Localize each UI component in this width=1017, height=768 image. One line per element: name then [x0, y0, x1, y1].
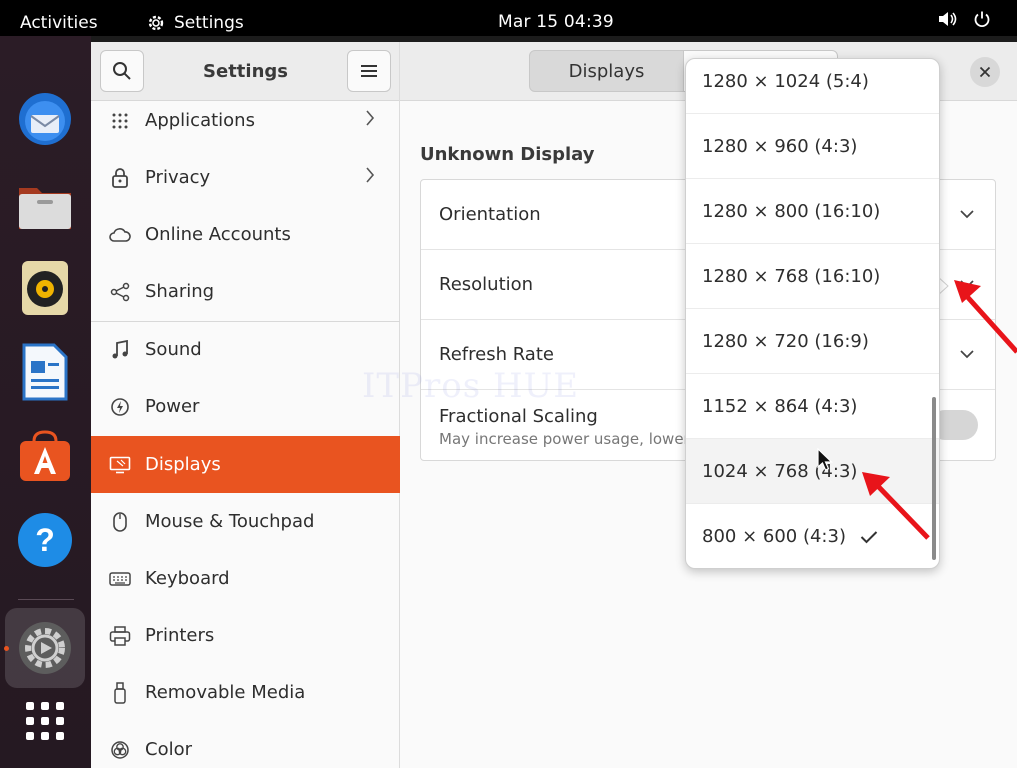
option-label: 800 × 600 (4:3): [702, 526, 846, 547]
svg-text:?: ?: [35, 522, 55, 558]
mouse-icon: [109, 511, 131, 533]
sidebar-item-label: Removable Media: [145, 682, 306, 703]
dock: ?: [0, 36, 91, 768]
sidebar-item-label: Applications: [145, 110, 255, 131]
tab-label: Displays: [568, 60, 645, 82]
sidebar-item-sound[interactable]: Sound: [91, 321, 400, 378]
libreoffice-writer-icon[interactable]: [14, 341, 76, 403]
sidebar-item-label: Sharing: [145, 281, 215, 302]
refresh-rate-label: Refresh Rate: [439, 344, 554, 365]
sidebar-item-label: Power: [145, 396, 200, 417]
mouse-cursor-icon: [817, 448, 833, 471]
music-note-icon: [109, 339, 131, 361]
resolution-option[interactable]: 1280 × 1024 (5:4): [686, 59, 939, 114]
files-icon[interactable]: [14, 174, 76, 236]
color-icon: [109, 739, 131, 761]
chevron-right-icon: [365, 166, 375, 189]
settings-sidebar: Settings Applications Privacy Online Acc…: [91, 42, 400, 768]
sidebar-item-online-accounts[interactable]: Online Accounts: [91, 206, 400, 263]
option-label: 1280 × 960 (4:3): [702, 135, 858, 157]
top-bar: Activities Settings Mar 15 04:39: [0, 0, 1017, 36]
option-label: 1280 × 1024 (5:4): [702, 70, 869, 92]
close-button[interactable]: [970, 57, 1000, 87]
sidebar-item-label: Sound: [145, 339, 202, 360]
app-name: Settings: [174, 13, 244, 33]
sidebar-item-displays[interactable]: Displays: [91, 436, 400, 493]
option-label: 1024 × 768 (4:3): [702, 460, 858, 482]
help-icon[interactable]: ?: [14, 509, 76, 571]
running-indicator: [4, 646, 9, 651]
option-label: 1152 × 864 (4:3): [702, 395, 858, 417]
resolution-option[interactable]: 1280 × 800 (16:10): [686, 179, 939, 244]
system-menu[interactable]: [937, 10, 991, 28]
keyboard-icon: [109, 568, 131, 590]
sidebar-item-label: Keyboard: [145, 568, 230, 589]
hamburger-menu-button[interactable]: [347, 50, 391, 92]
sidebar-item-privacy[interactable]: Privacy: [91, 149, 400, 206]
watermark: ITPros HUE: [362, 366, 580, 406]
cloud-icon: [109, 224, 131, 246]
volume-icon: [939, 12, 957, 26]
hamburger-icon: [361, 65, 377, 77]
option-label: 1280 × 800 (16:10): [702, 200, 881, 222]
sidebar-item-label: Mouse & Touchpad: [145, 511, 315, 532]
sidebar-item-label: Online Accounts: [145, 224, 291, 245]
ubuntu-software-icon[interactable]: [14, 425, 76, 487]
rhythmbox-icon[interactable]: [14, 257, 76, 319]
thunderbird-icon[interactable]: [14, 88, 76, 150]
resolution-option[interactable]: 1280 × 960 (4:3): [686, 114, 939, 179]
sidebar-item-keyboard[interactable]: Keyboard: [91, 550, 400, 607]
option-label: 1280 × 768 (16:10): [702, 265, 881, 287]
resolution-label: Resolution: [439, 274, 534, 295]
show-applications-icon[interactable]: [14, 690, 76, 752]
resolution-option[interactable]: 1280 × 720 (16:9): [686, 309, 939, 374]
sidebar-item-power[interactable]: Power: [91, 378, 400, 435]
power-icon: [109, 396, 131, 418]
display-name-heading: Unknown Display: [420, 144, 595, 165]
sidebar-item-color[interactable]: Color: [91, 721, 400, 768]
annotation-arrow-icon: [862, 472, 930, 540]
share-icon: [109, 281, 131, 303]
close-icon: [979, 66, 991, 78]
settings-app-icon[interactable]: [14, 617, 76, 679]
fractional-scaling-description: May increase power usage, lower sp: [439, 430, 712, 448]
annotation-arrow-icon: [954, 280, 1017, 354]
orientation-label: Orientation: [439, 204, 541, 225]
printer-icon: [109, 625, 131, 647]
tab-displays[interactable]: Displays: [529, 50, 684, 92]
usb-icon: [109, 681, 131, 704]
display-icon: [109, 454, 131, 476]
sidebar-item-printers[interactable]: Printers: [91, 607, 400, 664]
sidebar-item-removable-media[interactable]: Removable Media: [91, 664, 400, 721]
sidebar-item-label: Displays: [145, 454, 221, 475]
sidebar-item-label: Color: [145, 739, 192, 760]
sidebar-item-label: Privacy: [145, 167, 211, 188]
sidebar-item-label: Printers: [145, 625, 215, 646]
fractional-scaling-label: Fractional Scaling: [439, 406, 598, 427]
chevron-right-icon: [365, 109, 375, 132]
gear-icon: [148, 15, 164, 31]
activities-button[interactable]: Activities: [20, 13, 98, 33]
sidebar-item-applications[interactable]: Applications: [91, 92, 400, 149]
clock[interactable]: Mar 15 04:39: [498, 12, 614, 32]
sidebar-item-sharing[interactable]: Sharing: [91, 263, 400, 320]
app-menu[interactable]: Settings: [146, 13, 244, 33]
resolution-option[interactable]: 1280 × 768 (16:10): [686, 244, 939, 309]
chevron-down-icon: [959, 204, 975, 223]
sidebar-item-mouse-touchpad[interactable]: Mouse & Touchpad: [91, 493, 400, 550]
lock-icon: [109, 167, 131, 189]
grid-icon: [109, 110, 131, 132]
dock-separator: [18, 599, 74, 600]
option-label: 1280 × 720 (16:9): [702, 330, 869, 352]
power-menu-icon: [974, 11, 990, 28]
resolution-option[interactable]: 1152 × 864 (4:3): [686, 374, 939, 439]
